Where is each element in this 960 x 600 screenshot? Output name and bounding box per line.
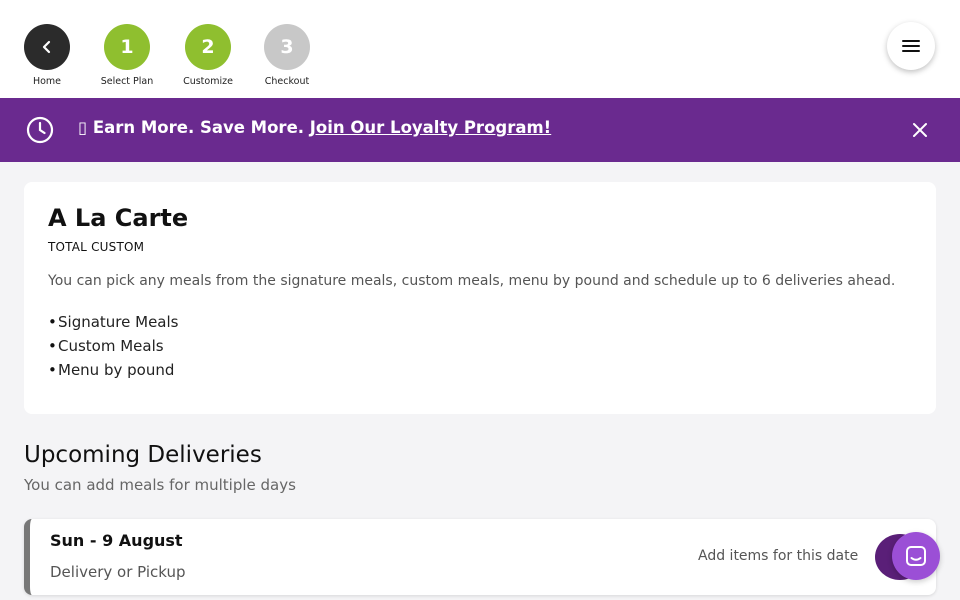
step-customize[interactable]: 2 Customize — [168, 24, 248, 87]
step-checkout[interactable]: 3 Checkout — [247, 24, 327, 87]
step-label: Checkout — [264, 76, 310, 87]
step-label: Select Plan — [100, 76, 154, 87]
plan-title: A La Carte — [48, 204, 189, 232]
step-number[interactable]: 1 — [104, 24, 150, 70]
banner-glyph: ▯ — [78, 118, 88, 137]
delivery-row[interactable]: Sun - 9 August Delivery or Pickup Add it… — [24, 519, 936, 595]
plan-subtitle: TOTAL CUSTOM — [48, 240, 145, 254]
loyalty-program-link[interactable]: Join Our Loyalty Program! — [310, 118, 551, 137]
hamburger-menu-icon — [902, 40, 920, 52]
delivery-date: Sun - 9 August — [50, 531, 183, 550]
close-icon[interactable] — [910, 120, 930, 140]
step-number[interactable]: 3 — [264, 24, 310, 70]
plan-description: You can pick any meals from the signatur… — [48, 273, 896, 289]
upcoming-subtitle: You can add meals for multiple days — [24, 476, 296, 494]
plan-features: Signature Meals Custom Meals Menu by pou… — [48, 310, 178, 382]
step-label: Customize — [183, 76, 233, 87]
feature-item: Signature Meals — [48, 310, 178, 334]
banner-text: ▯ Earn More. Save More. Join Our Loyalty… — [78, 118, 551, 137]
banner-message: Earn More. Save More. — [87, 118, 310, 137]
chat-button[interactable] — [892, 532, 940, 580]
delivery-type: Delivery or Pickup — [50, 563, 186, 581]
step-home[interactable]: Home — [7, 24, 87, 87]
step-label: Home — [32, 76, 62, 87]
upcoming-title: Upcoming Deliveries — [24, 442, 262, 468]
step-select-plan[interactable]: 1 Select Plan — [87, 24, 167, 87]
step-number[interactable]: 2 — [185, 24, 231, 70]
menu-button[interactable] — [887, 22, 935, 70]
plan-card: A La Carte TOTAL CUSTOM You can pick any… — [24, 182, 936, 414]
chat-icon — [906, 546, 926, 566]
chevron-left-icon — [42, 40, 51, 54]
feature-item: Custom Meals — [48, 334, 178, 358]
add-items-link[interactable]: Add items for this date — [698, 548, 858, 564]
top-header: Home 1 Select Plan 2 Customize 3 Checkou… — [0, 0, 960, 98]
back-button[interactable] — [24, 24, 70, 70]
loyalty-banner: ▯ Earn More. Save More. Join Our Loyalty… — [0, 98, 960, 162]
feature-item: Menu by pound — [48, 358, 178, 382]
clock-icon — [26, 116, 54, 144]
